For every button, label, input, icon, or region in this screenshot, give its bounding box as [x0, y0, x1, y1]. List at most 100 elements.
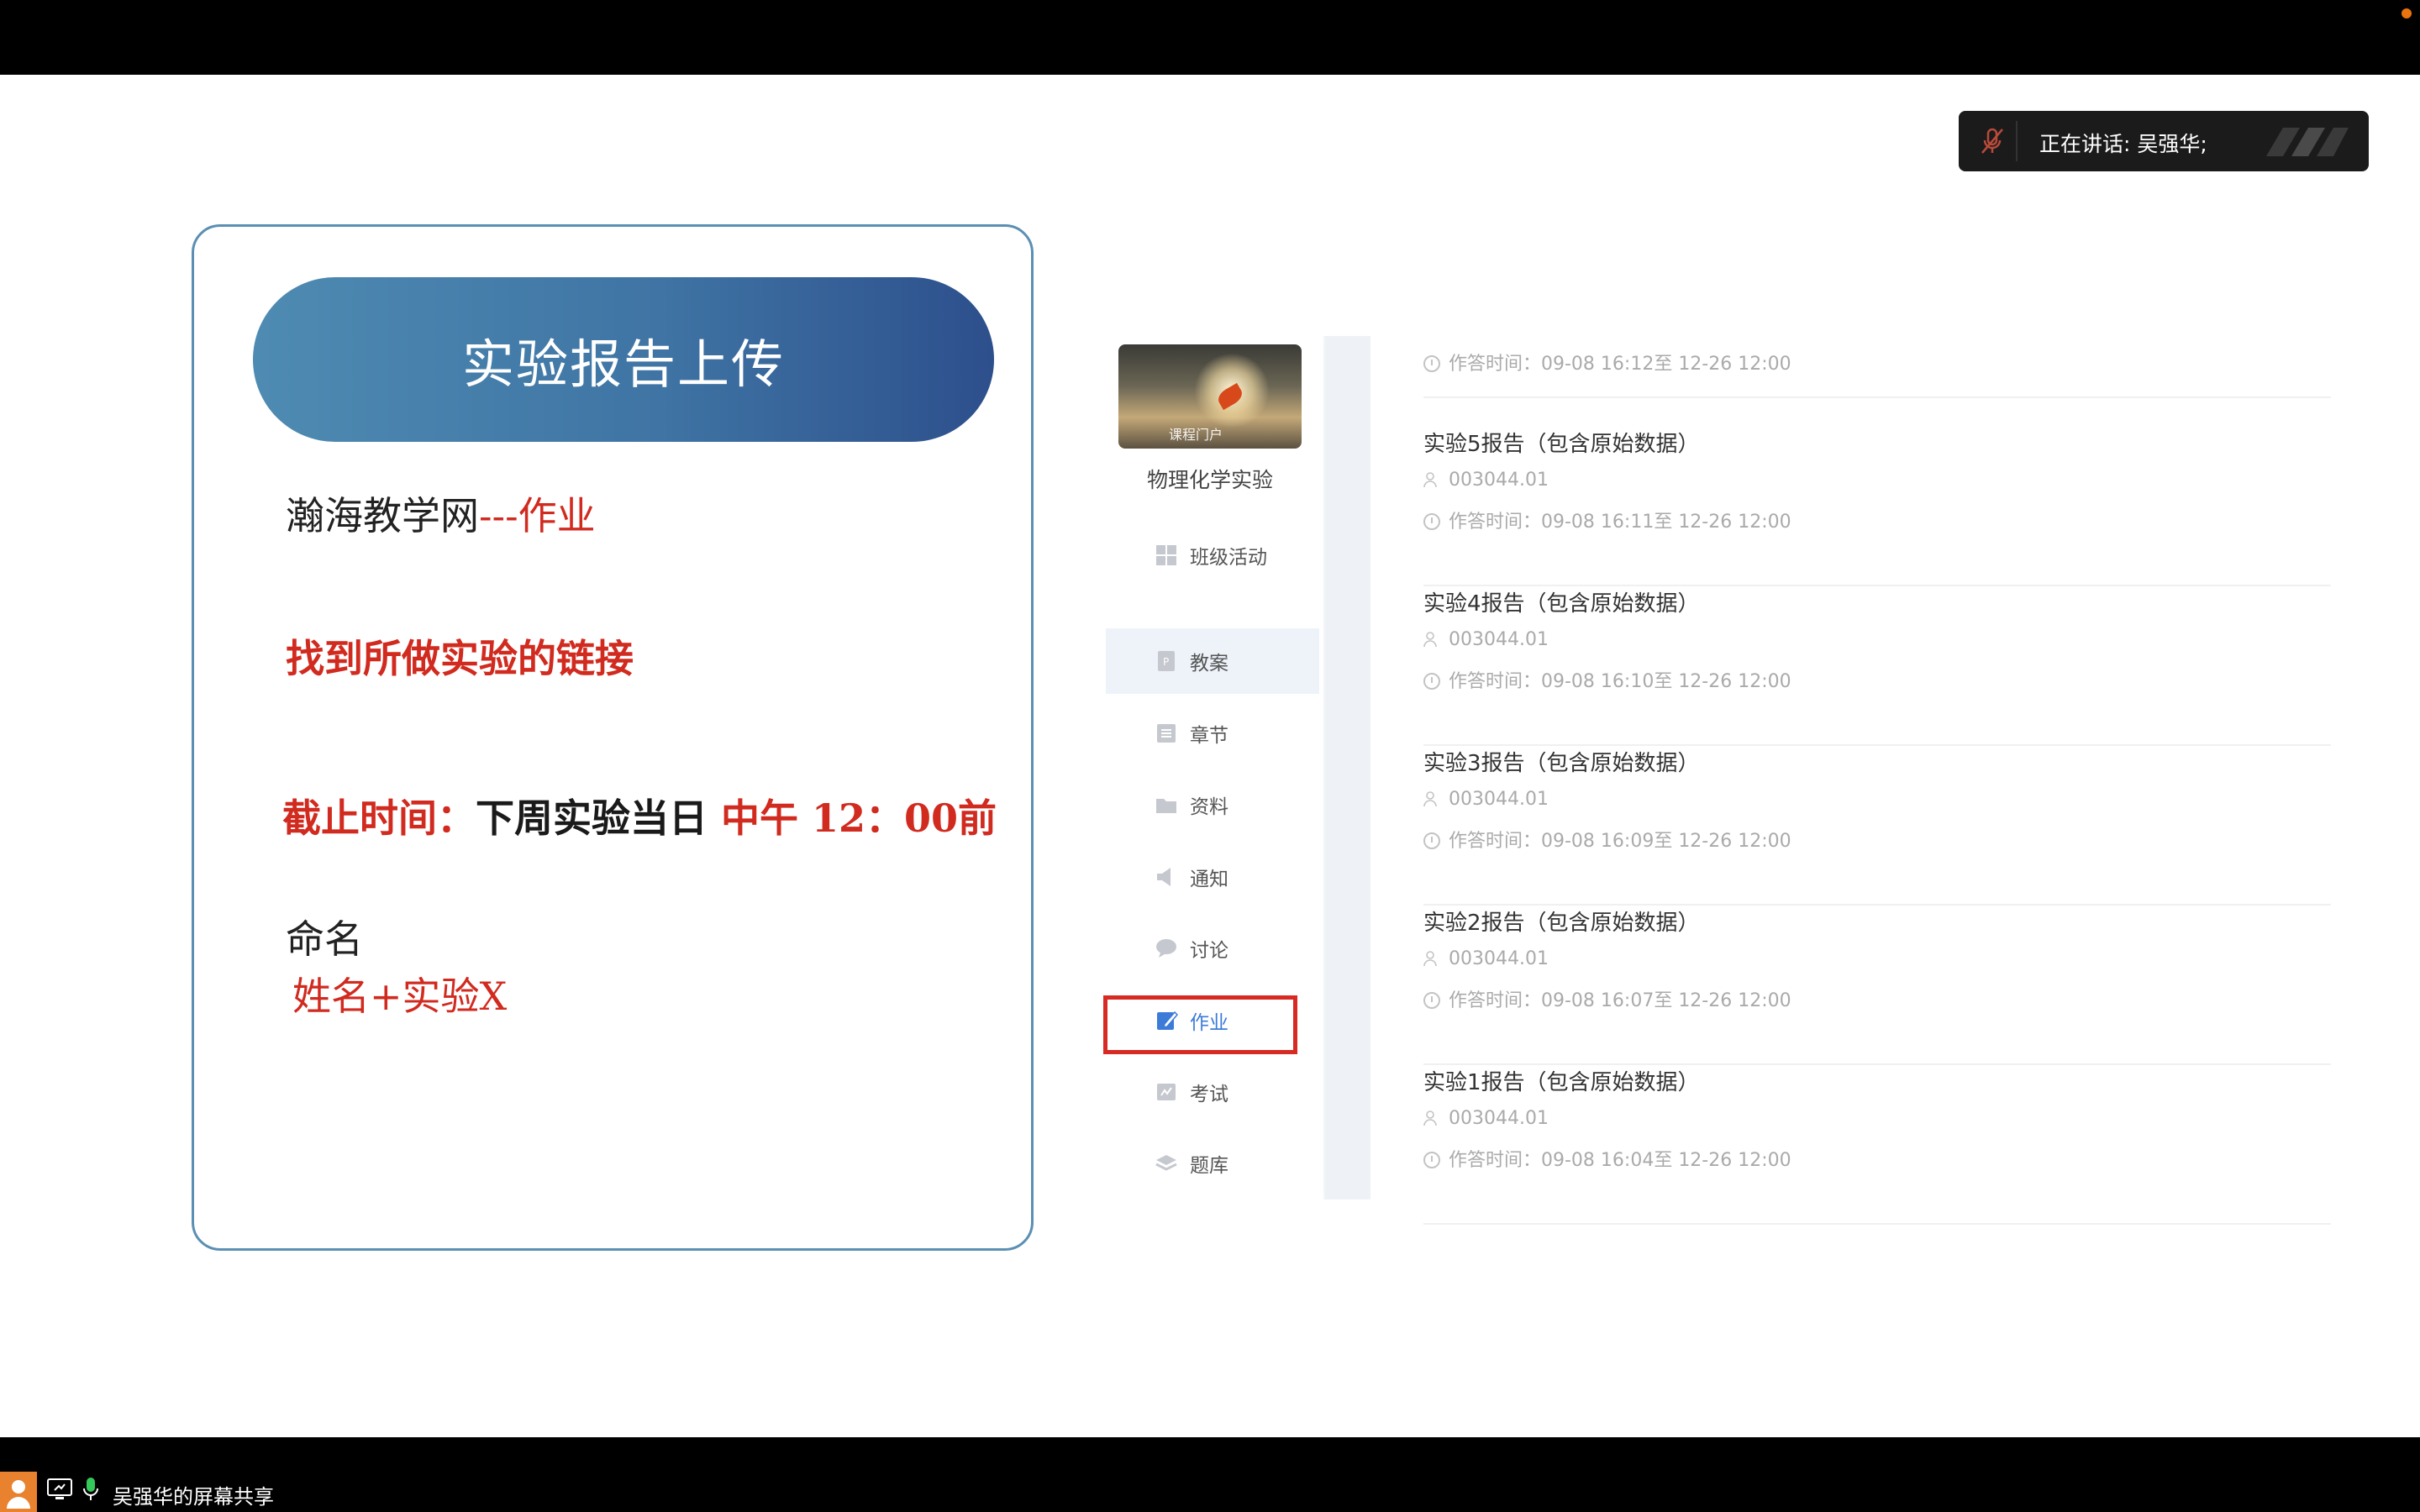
stack-icon: [1155, 1155, 1177, 1171]
assignment-class-code: 003044.01: [1423, 629, 1549, 650]
course-name: 物理化学实验: [1146, 468, 1273, 492]
assignment-item[interactable]: 实验2报告（包含原始数据） 003044.01 作答时间：09-08 16:07…: [1423, 906, 2331, 1065]
nav-item-discussion[interactable]: 讨论: [1106, 916, 1319, 981]
nav-label: 章节: [1190, 725, 1228, 747]
separator: [2016, 121, 2018, 161]
grid-icon: [1156, 545, 1176, 565]
class-code-text: 003044.01: [1449, 470, 1549, 491]
participant-avatar-icon[interactable]: [0, 1472, 37, 1512]
assignment-time-partial: 作答时间：09-08 16:12至 12-26 12:00: [1423, 349, 1791, 375]
assignment-class-code: 003044.01: [1423, 1108, 1549, 1129]
instruction-line-1: 瀚海教学网---作业: [286, 486, 596, 541]
course-portal-tag: 课程门户: [1169, 427, 1223, 443]
divider-line: [1323, 336, 1325, 1200]
deadline-day: 下周实验当日: [476, 795, 722, 841]
nav-label: 通知: [1190, 869, 1228, 890]
time-text: 作答时间：09-08 16:12至 12-26 12:00: [1449, 354, 1791, 375]
assignment-name[interactable]: 实验5报告（包含原始数据）: [1423, 427, 1700, 458]
course-cover-image[interactable]: 课程门户: [1118, 344, 1302, 449]
screen-share-label: 吴强华的屏幕共享: [113, 1485, 274, 1509]
person-icon: [1423, 791, 1437, 807]
mic-muted-icon: [1981, 128, 2003, 154]
nav-item-lesson-plan[interactable]: P 教案: [1106, 628, 1319, 694]
clock-icon: [1423, 992, 1440, 1009]
clock-icon: [1423, 673, 1440, 690]
naming-rule: 姓名+实验X: [292, 974, 508, 1019]
screen-share-icon[interactable]: [47, 1478, 72, 1500]
meeting-window: 正在讲话: 吴强华; 实验报告上传 瀚海教学网---作业 找到所做实验的链接 截…: [0, 0, 2420, 1512]
nav-item-chapters[interactable]: 章节: [1106, 701, 1319, 766]
doc-icon: P: [1158, 651, 1175, 671]
class-code-text: 003044.01: [1449, 629, 1549, 650]
nav-item-exam[interactable]: 考试: [1106, 1059, 1319, 1125]
mic-icon[interactable]: [82, 1477, 99, 1502]
class-code-text: 003044.01: [1449, 789, 1549, 810]
time-text: 作答时间：09-08 16:11至 12-26 12:00: [1449, 512, 1791, 533]
nav-label: 考试: [1190, 1084, 1228, 1105]
assignment-class-code: 003044.01: [1423, 470, 1549, 491]
person-icon: [1423, 472, 1437, 488]
naming-label: 命名: [286, 916, 363, 962]
nav-label: 教案: [1190, 653, 1228, 675]
homework-highlight-box: [1103, 995, 1297, 1054]
chat-icon: [1156, 939, 1176, 958]
clock-icon: [1423, 513, 1440, 530]
time-text: 作答时间：09-08 16:10至 12-26 12:00: [1449, 671, 1791, 692]
time-text: 作答时间：09-08 16:09至 12-26 12:00: [1449, 831, 1791, 852]
assignment-class-code: 003044.01: [1423, 789, 1549, 810]
panel-divider: [1323, 336, 1370, 1200]
instruction-line-2: 找到所做实验的链接: [286, 636, 634, 681]
nav-item-materials[interactable]: 资料: [1106, 772, 1319, 837]
site-name: 瀚海教学网: [286, 493, 479, 538]
clock-icon: [1423, 355, 1440, 372]
assignment-time: 作答时间：09-08 16:07至 12-26 12:00: [1423, 985, 1791, 1012]
speaker-avatar-icon: [2266, 128, 2349, 156]
deadline-line: 截止时间：下周实验当日 中午 12：00前: [282, 788, 997, 843]
assignment-name[interactable]: 实验3报告（包含原始数据）: [1423, 746, 1700, 777]
assignment-name[interactable]: 实验4报告（包含原始数据）: [1423, 586, 1700, 617]
assignment-time: 作答时间：09-08 16:09至 12-26 12:00: [1423, 826, 1791, 853]
clock-icon: [1423, 832, 1440, 849]
separator-dashes: ---: [479, 493, 518, 538]
assignment-item[interactable]: 实验1报告（包含原始数据） 003044.01 作答时间：09-08 16:04…: [1423, 1065, 2331, 1225]
assignment-item[interactable]: 实验4报告（包含原始数据） 003044.01 作答时间：09-08 16:10…: [1423, 586, 2331, 746]
recording-indicator: [2402, 8, 2412, 18]
top-bar: [0, 0, 2420, 75]
speaker-icon: [1157, 868, 1171, 886]
exam-icon: [1157, 1084, 1176, 1100]
folder-icon: [1156, 799, 1176, 813]
list-icon: [1157, 724, 1176, 743]
class-code-text: 003044.01: [1449, 1108, 1549, 1129]
speaking-indicator: 正在讲话: 吴强华;: [1959, 111, 2369, 171]
slide-title: 实验报告上传: [253, 277, 994, 442]
time-text: 作答时间：09-08 16:07至 12-26 12:00: [1449, 990, 1791, 1011]
clock-icon: [1423, 1152, 1440, 1168]
person-icon: [1423, 1110, 1437, 1126]
list-divider: [1423, 396, 2331, 398]
nav-class-activity[interactable]: 班级活动: [1106, 522, 1319, 588]
time-text: 作答时间：09-08 16:04至 12-26 12:00: [1449, 1150, 1791, 1171]
assignment-name[interactable]: 实验1报告（包含原始数据）: [1423, 1065, 1700, 1096]
svg-text:P: P: [1163, 656, 1169, 668]
bottom-bar: [0, 1437, 2420, 1512]
assignment-name[interactable]: 实验2报告（包含原始数据）: [1423, 906, 1700, 937]
assignment-class-code: 003044.01: [1423, 948, 1549, 969]
nav-label: 资料: [1190, 796, 1228, 818]
assignment-time: 作答时间：09-08 16:04至 12-26 12:00: [1423, 1145, 1791, 1172]
nav-label: 讨论: [1190, 940, 1228, 962]
class-code-text: 003044.01: [1449, 948, 1549, 969]
nav-item-notices[interactable]: 通知: [1106, 844, 1319, 910]
assignment-time: 作答时间：09-08 16:10至 12-26 12:00: [1423, 666, 1791, 693]
deadline-noon: 中午: [721, 795, 813, 841]
deadline-label: 截止时间：: [282, 795, 476, 841]
person-icon: [1423, 951, 1437, 967]
assignment-time: 作答时间：09-08 16:11至 12-26 12:00: [1423, 507, 1791, 533]
nav-label: 班级活动: [1190, 547, 1267, 569]
speaking-label: 正在讲话: 吴强华;: [2039, 132, 2207, 156]
assignment-item[interactable]: 实验5报告（包含原始数据） 003044.01 作答时间：09-08 16:11…: [1423, 427, 2331, 586]
assignment-item[interactable]: 实验3报告（包含原始数据） 003044.01 作答时间：09-08 16:09…: [1423, 746, 2331, 906]
person-icon: [1423, 632, 1437, 648]
nav-item-question-bank[interactable]: 题库: [1106, 1131, 1319, 1196]
homework-word: 作业: [518, 493, 596, 538]
nav-label: 题库: [1190, 1155, 1228, 1177]
